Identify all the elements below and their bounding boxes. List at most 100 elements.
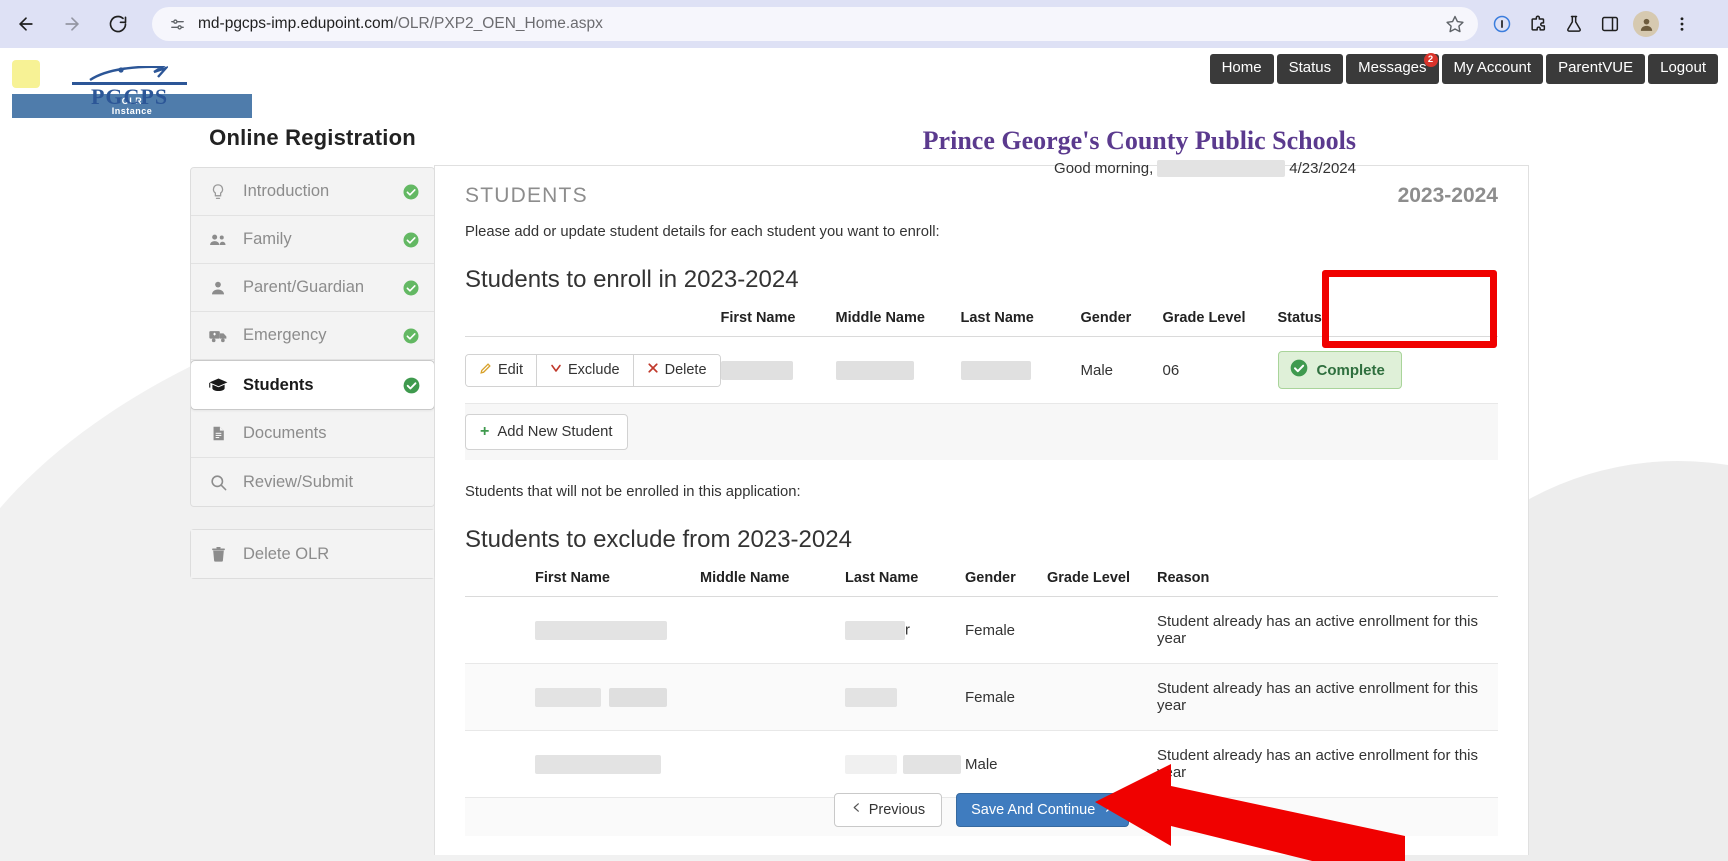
topnav-item-my-account[interactable]: My Account bbox=[1442, 54, 1544, 84]
site-settings-icon[interactable] bbox=[164, 11, 190, 37]
reload-icon bbox=[108, 14, 128, 34]
forward-button[interactable] bbox=[52, 4, 92, 44]
redacted-value bbox=[535, 688, 601, 707]
cell-grade-level bbox=[1047, 597, 1157, 664]
more-menu-icon[interactable] bbox=[1664, 6, 1700, 42]
back-arrow-icon bbox=[16, 14, 36, 34]
star-icon[interactable] bbox=[1442, 11, 1468, 37]
ambulance-icon bbox=[207, 325, 229, 346]
redacted-value bbox=[721, 361, 793, 380]
address-bar[interactable]: md-pgcps-imp.edupoint.com/OLR/PXP2_OEN_H… bbox=[152, 7, 1478, 41]
no-status bbox=[402, 473, 420, 491]
profile-avatar-icon[interactable] bbox=[1628, 6, 1664, 42]
sidebar-item-label: Documents bbox=[243, 424, 388, 443]
graduation-cap-icon bbox=[207, 375, 229, 396]
extension-icons bbox=[1484, 6, 1700, 42]
pgcps-logo: PGCPS bbox=[72, 68, 187, 108]
page-title: STUDENTS bbox=[465, 184, 588, 208]
table-row: r Female Student already has an active e… bbox=[465, 597, 1498, 664]
cell-grade-level bbox=[1047, 664, 1157, 731]
delete-button[interactable]: Delete bbox=[634, 355, 720, 386]
page-header: STUDENTS 2023-2024 bbox=[465, 184, 1498, 208]
exclude-section-title: Students to exclude from 2023-2024 bbox=[465, 526, 1498, 554]
save-and-continue-button[interactable]: Save And Continue bbox=[956, 793, 1129, 827]
redacted-value bbox=[845, 755, 897, 774]
x-close-icon bbox=[647, 362, 659, 378]
row-actions: Edit Exclude bbox=[465, 337, 721, 404]
sidebar-item-label: Introduction bbox=[243, 182, 388, 201]
last-name-suffix: r bbox=[905, 621, 910, 638]
delete-olr-box: Delete OLR bbox=[190, 529, 435, 579]
table-header-row: First Name Middle Name Last Name Gender … bbox=[465, 570, 1498, 597]
add-student-bar: + Add New Student bbox=[465, 403, 1498, 460]
check-complete-icon bbox=[402, 231, 420, 249]
save-continue-label: Save And Continue bbox=[971, 802, 1095, 818]
sidebar-nav-list: Introduction Family Parent/Guardian bbox=[190, 167, 435, 507]
sidebar-item-emergency[interactable]: Emergency bbox=[191, 312, 434, 360]
top-navigation: Home Status Messages2 My Account ParentV… bbox=[1210, 54, 1718, 84]
topnav-item-status[interactable]: Status bbox=[1277, 54, 1344, 84]
enroll-section-title: Students to enroll in 2023-2024 bbox=[465, 266, 1498, 294]
check-circle-icon bbox=[1289, 358, 1309, 382]
redacted-value bbox=[961, 361, 1031, 380]
add-new-student-button[interactable]: + Add New Student bbox=[465, 414, 628, 450]
reload-button[interactable] bbox=[98, 4, 138, 44]
col-reason: Reason bbox=[1157, 570, 1498, 597]
topnav-item-parentvue[interactable]: ParentVUE bbox=[1546, 54, 1645, 84]
forward-arrow-icon bbox=[62, 14, 82, 34]
topnav-item-messages[interactable]: Messages2 bbox=[1346, 54, 1438, 84]
back-button[interactable] bbox=[6, 4, 46, 44]
row-action-group: Edit Exclude bbox=[465, 354, 721, 387]
check-complete-icon bbox=[402, 327, 420, 345]
password-manager-icon[interactable] bbox=[1484, 6, 1520, 42]
sidebar-item-review-submit[interactable]: Review/Submit bbox=[191, 458, 434, 506]
pencil-icon bbox=[479, 362, 492, 379]
topnav-item-logout[interactable]: Logout bbox=[1648, 54, 1718, 84]
sidebar-item-delete-olr[interactable]: Delete OLR bbox=[191, 530, 434, 578]
topnav-label: Messages bbox=[1358, 59, 1426, 76]
col-grade-level: Grade Level bbox=[1047, 570, 1157, 597]
sidebar-item-family[interactable]: Family bbox=[191, 216, 434, 264]
previous-button[interactable]: Previous bbox=[834, 793, 942, 827]
person-icon bbox=[207, 279, 229, 297]
sidebar-item-label: Students bbox=[243, 376, 388, 395]
col-grade-level: Grade Level bbox=[1163, 310, 1278, 337]
exclude-button[interactable]: Exclude bbox=[537, 355, 634, 386]
exclude-label: Exclude bbox=[568, 362, 620, 378]
cell-grade-level: 06 bbox=[1163, 337, 1278, 404]
district-name: Prince George's County Public Schools bbox=[923, 126, 1356, 156]
redacted-value bbox=[845, 621, 905, 640]
puzzle-extensions-icon[interactable] bbox=[1520, 6, 1556, 42]
sidebar-item-label: Review/Submit bbox=[243, 473, 388, 492]
sidebar-item-parent-guardian[interactable]: Parent/Guardian bbox=[191, 264, 434, 312]
redacted-value bbox=[903, 755, 961, 774]
redacted-value bbox=[609, 688, 667, 707]
district-header: Prince George's County Public Schools Go… bbox=[923, 126, 1356, 177]
sidebar-item-documents[interactable]: Documents bbox=[191, 410, 434, 458]
form-actions: Previous Save And Continue bbox=[434, 793, 1529, 827]
col-last-name: Last Name bbox=[845, 570, 965, 597]
exclude-note: Students that will not be enrolled in th… bbox=[465, 484, 1498, 500]
cell-reason: Student already has an active enrollment… bbox=[1157, 664, 1498, 731]
col-status: Status bbox=[1278, 310, 1498, 337]
intro-text: Please add or update student details for… bbox=[465, 224, 1498, 240]
sidebar-item-students[interactable]: Students bbox=[190, 360, 435, 410]
edit-button[interactable]: Edit bbox=[466, 355, 537, 386]
col-gender: Gender bbox=[965, 570, 1047, 597]
plus-icon: + bbox=[480, 423, 489, 441]
status-label: Complete bbox=[1317, 362, 1385, 379]
col-first-name: First Name bbox=[535, 570, 700, 597]
redacted-value bbox=[535, 621, 667, 640]
table-row: Female Student already has an active enr… bbox=[465, 664, 1498, 731]
flask-labs-icon[interactable] bbox=[1556, 6, 1592, 42]
main-panel: STUDENTS 2023-2024 Please add or update … bbox=[434, 165, 1529, 855]
table-header-row: First Name Middle Name Last Name Gender … bbox=[465, 310, 1498, 337]
greeting-row: Good morning, 4/23/2024 bbox=[923, 160, 1356, 177]
sidebar-title: Online Registration bbox=[190, 125, 435, 151]
topnav-item-home[interactable]: Home bbox=[1210, 54, 1274, 84]
chevron-down-icon bbox=[550, 362, 562, 378]
redacted-value bbox=[535, 755, 661, 774]
status-badge[interactable]: Complete bbox=[1278, 351, 1402, 389]
sidebar-item-introduction[interactable]: Introduction bbox=[191, 168, 434, 216]
side-panel-icon[interactable] bbox=[1592, 6, 1628, 42]
